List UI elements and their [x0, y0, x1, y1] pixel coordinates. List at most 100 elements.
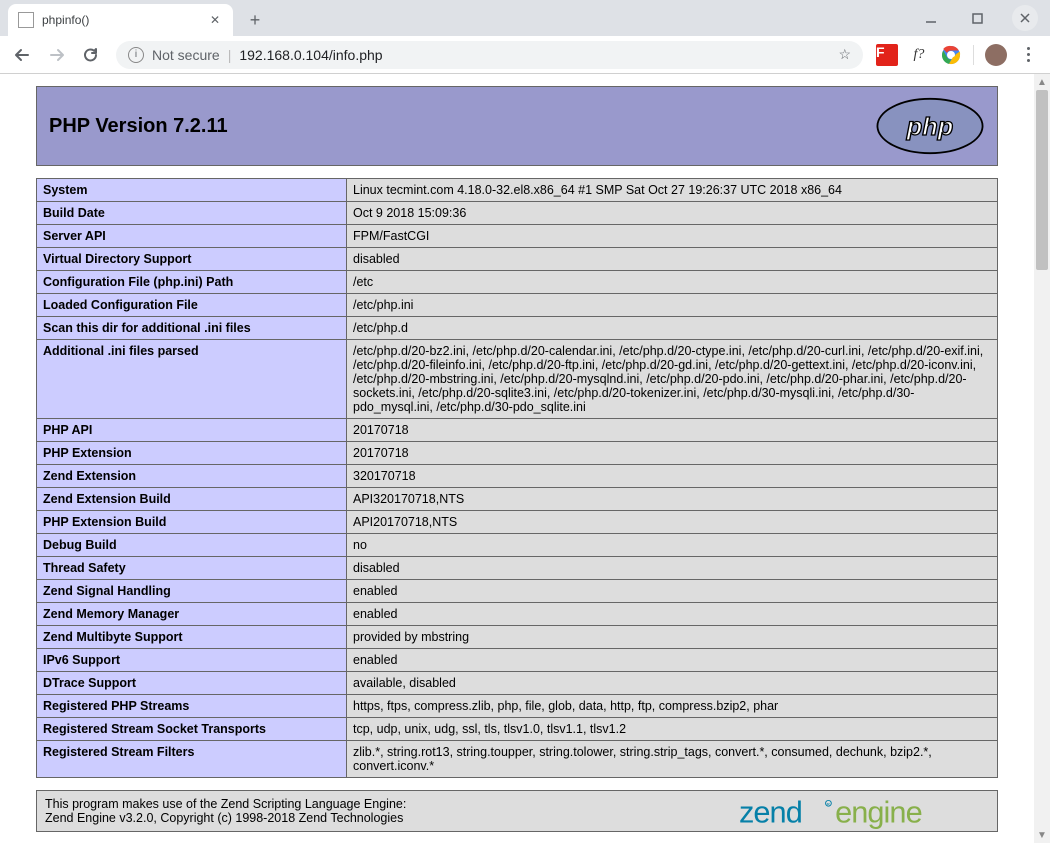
tab-close-icon[interactable]: ✕ — [207, 12, 223, 28]
info-value: FPM/FastCGI — [347, 225, 998, 248]
info-value: provided by mbstring — [347, 626, 998, 649]
table-row: Zend Signal Handlingenabled — [37, 580, 998, 603]
forward-button[interactable] — [42, 40, 72, 70]
window-controls — [908, 0, 1050, 36]
info-value: available, disabled — [347, 672, 998, 695]
table-row: DTrace Supportavailable, disabled — [37, 672, 998, 695]
info-key: PHP Extension — [37, 442, 347, 465]
info-key: Virtual Directory Support — [37, 248, 347, 271]
browser-menu-button[interactable] — [1014, 41, 1042, 69]
table-row: Virtual Directory Supportdisabled — [37, 248, 998, 271]
info-key: Registered Stream Filters — [37, 741, 347, 778]
extension-flipboard[interactable]: F — [873, 41, 901, 69]
scroll-track[interactable] — [1034, 90, 1050, 827]
url-text: 192.168.0.104/info.php — [239, 47, 830, 63]
info-value: no — [347, 534, 998, 557]
bookmark-star-icon[interactable]: ☆ — [838, 46, 851, 63]
scrollbar[interactable]: ▲ ▼ — [1034, 74, 1050, 843]
info-key: Server API — [37, 225, 347, 248]
php-logo-icon: php — [875, 97, 985, 155]
info-value: API320170718,NTS — [347, 488, 998, 511]
info-key: Zend Extension Build — [37, 488, 347, 511]
separator: | — [228, 47, 232, 63]
info-key: Build Date — [37, 202, 347, 225]
svg-text:engine: engine — [835, 795, 922, 829]
table-row: Zend Extension320170718 — [37, 465, 998, 488]
info-key: DTrace Support — [37, 672, 347, 695]
info-value: disabled — [347, 557, 998, 580]
table-row: Zend Extension BuildAPI320170718,NTS — [37, 488, 998, 511]
table-row: IPv6 Supportenabled — [37, 649, 998, 672]
zend-engine-box: This program makes use of the Zend Scrip… — [36, 790, 998, 832]
reload-button[interactable] — [76, 40, 106, 70]
site-info-icon[interactable]: i — [128, 47, 144, 63]
separator — [973, 45, 974, 65]
info-key: IPv6 Support — [37, 649, 347, 672]
info-key: Additional .ini files parsed — [37, 340, 347, 419]
info-value: Linux tecmint.com 4.18.0-32.el8.x86_64 #… — [347, 179, 998, 202]
zend-logo: zend engine R — [739, 793, 989, 832]
info-value: API20170718,NTS — [347, 511, 998, 534]
table-row: PHP API20170718 — [37, 419, 998, 442]
info-key: Zend Extension — [37, 465, 347, 488]
new-tab-button[interactable]: + — [241, 6, 269, 34]
arrow-right-icon — [48, 46, 66, 64]
table-row: PHP Extension20170718 — [37, 442, 998, 465]
table-row: Loaded Configuration File/etc/php.ini — [37, 294, 998, 317]
info-key: Zend Multibyte Support — [37, 626, 347, 649]
fonts-icon: f? — [914, 47, 925, 63]
flipboard-icon: F — [876, 44, 898, 66]
extension-chrome[interactable] — [937, 41, 965, 69]
table-row: SystemLinux tecmint.com 4.18.0-32.el8.x8… — [37, 179, 998, 202]
reload-icon — [82, 46, 100, 64]
info-value: Oct 9 2018 15:09:36 — [347, 202, 998, 225]
page-content: PHP Version 7.2.11 php SystemLinux tecmi… — [0, 74, 1034, 843]
profile-button[interactable] — [982, 41, 1010, 69]
arrow-left-icon — [14, 46, 32, 64]
scroll-thumb[interactable] — [1036, 90, 1048, 270]
avatar-icon — [985, 44, 1007, 66]
zend-logo-icon: zend engine R — [739, 793, 989, 829]
address-bar[interactable]: i Not secure | 192.168.0.104/info.php ☆ — [116, 41, 863, 69]
info-value: /etc/php.d/20-bz2.ini, /etc/php.d/20-cal… — [347, 340, 998, 419]
php-version-title: PHP Version 7.2.11 — [49, 115, 228, 138]
extension-fonts[interactable]: f? — [905, 41, 933, 69]
minimize-icon — [925, 12, 937, 24]
dot-icon — [1027, 59, 1030, 62]
info-value: 20170718 — [347, 419, 998, 442]
back-button[interactable] — [8, 40, 38, 70]
info-value: 20170718 — [347, 442, 998, 465]
browser-toolbar: i Not secure | 192.168.0.104/info.php ☆ … — [0, 36, 1050, 74]
table-row: Build DateOct 9 2018 15:09:36 — [37, 202, 998, 225]
info-key: System — [37, 179, 347, 202]
info-key: Zend Memory Manager — [37, 603, 347, 626]
php-info-table: SystemLinux tecmint.com 4.18.0-32.el8.x8… — [36, 178, 998, 778]
info-key: Debug Build — [37, 534, 347, 557]
info-key: Configuration File (php.ini) Path — [37, 271, 347, 294]
minimize-button[interactable] — [908, 3, 954, 33]
table-row: Registered PHP Streamshttps, ftps, compr… — [37, 695, 998, 718]
info-key: Scan this dir for additional .ini files — [37, 317, 347, 340]
maximize-button[interactable] — [954, 3, 1000, 33]
info-value: enabled — [347, 580, 998, 603]
info-key: Registered Stream Socket Transports — [37, 718, 347, 741]
browser-tab[interactable]: phpinfo() ✕ — [8, 4, 233, 36]
table-row: Server APIFPM/FastCGI — [37, 225, 998, 248]
info-value: enabled — [347, 603, 998, 626]
table-row: Registered Stream Socket Transportstcp, … — [37, 718, 998, 741]
dot-icon — [1027, 47, 1030, 50]
close-icon — [1020, 13, 1030, 23]
info-value: zlib.*, string.rot13, string.toupper, st… — [347, 741, 998, 778]
table-row: Zend Multibyte Supportprovided by mbstri… — [37, 626, 998, 649]
info-value: /etc/php.ini — [347, 294, 998, 317]
info-value: enabled — [347, 649, 998, 672]
scroll-up-button[interactable]: ▲ — [1034, 74, 1050, 90]
scroll-down-button[interactable]: ▼ — [1034, 827, 1050, 843]
not-secure-label: Not secure — [152, 47, 220, 63]
table-row: Scan this dir for additional .ini files/… — [37, 317, 998, 340]
php-version-header: PHP Version 7.2.11 php — [36, 86, 998, 166]
info-key: PHP API — [37, 419, 347, 442]
dot-icon — [1027, 53, 1030, 56]
window-close-button[interactable] — [1012, 5, 1038, 31]
info-key: Registered PHP Streams — [37, 695, 347, 718]
